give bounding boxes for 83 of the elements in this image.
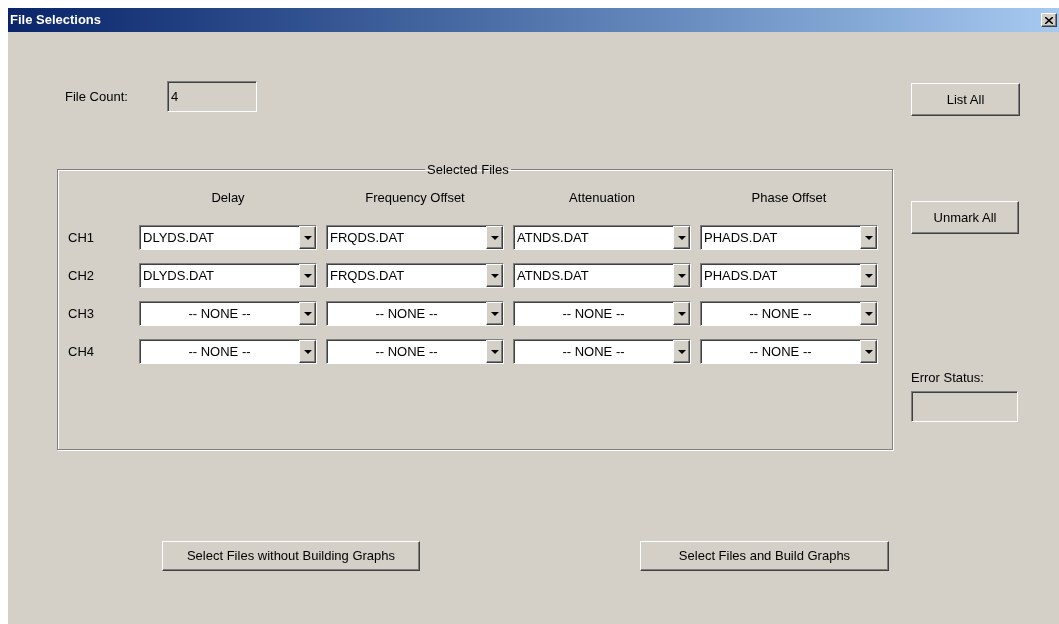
caret-icon [303, 311, 312, 316]
file-dropdown[interactable]: -- NONE -- [700, 301, 878, 326]
file-dropdown[interactable]: -- NONE -- [139, 301, 317, 326]
dropdown-button[interactable] [673, 226, 690, 249]
dropdown-value: -- NONE -- [748, 304, 813, 323]
file-dropdown[interactable]: -- NONE -- [326, 339, 504, 364]
file-dropdown[interactable]: -- NONE -- [326, 301, 504, 326]
caret-icon [864, 235, 873, 240]
window-title: File Selections [10, 11, 102, 30]
file-dropdown[interactable]: FRQDS.DAT [326, 225, 504, 250]
dropdown-button[interactable] [860, 264, 877, 287]
caret-icon [864, 349, 873, 354]
dropdown-value: PHADS.DAT [703, 228, 779, 247]
caret-icon [864, 273, 873, 278]
column-header: Frequency Offset [364, 188, 466, 207]
caret-icon [677, 349, 686, 354]
file-dropdown[interactable]: DLYDS.DAT [139, 225, 317, 250]
caret-icon [490, 349, 499, 354]
file-dropdown[interactable]: -- NONE -- [139, 339, 317, 364]
dropdown-button[interactable] [486, 302, 503, 325]
dropdown-button[interactable] [860, 302, 877, 325]
dropdown-value: PHADS.DAT [703, 266, 779, 285]
dropdown-button[interactable] [486, 340, 503, 363]
caret-icon [490, 235, 499, 240]
dropdown-button[interactable] [486, 226, 503, 249]
dropdown-button[interactable] [299, 302, 316, 325]
dropdown-value: -- NONE -- [748, 342, 813, 361]
dropdown-value: -- NONE -- [187, 342, 252, 361]
dropdown-button[interactable] [299, 340, 316, 363]
channel-label: CH3 [67, 304, 95, 323]
unmark-all-button[interactable]: Unmark All [911, 201, 1019, 234]
file-dropdown[interactable]: FRQDS.DAT [326, 263, 504, 288]
dropdown-value: ATNDS.DAT [516, 228, 590, 247]
select-and-build-button[interactable]: Select Files and Build Graphs [640, 541, 889, 571]
caret-icon [303, 235, 312, 240]
dropdown-value: ATNDS.DAT [516, 266, 590, 285]
dropdown-button[interactable] [860, 226, 877, 249]
file-count-field: 4 [167, 81, 257, 112]
column-header: Phase Offset [750, 188, 828, 207]
file-dropdown[interactable]: -- NONE -- [700, 339, 878, 364]
dropdown-value: DLYDS.DAT [142, 228, 216, 247]
column-header: Delay [210, 188, 246, 207]
dropdown-button[interactable] [860, 340, 877, 363]
file-dropdown[interactable]: PHADS.DAT [700, 263, 878, 288]
dropdown-button[interactable] [486, 264, 503, 287]
caret-icon [490, 311, 499, 316]
close-button[interactable] [1041, 13, 1057, 27]
dropdown-value: FRQDS.DAT [329, 228, 406, 247]
dropdown-value: DLYDS.DAT [142, 266, 216, 285]
select-without-graphs-button[interactable]: Select Files without Building Graphs [162, 541, 420, 571]
dropdown-button[interactable] [673, 340, 690, 363]
file-dropdown[interactable]: PHADS.DAT [700, 225, 878, 250]
file-dropdown[interactable]: -- NONE -- [513, 301, 691, 326]
dropdown-button[interactable] [673, 302, 690, 325]
file-dropdown[interactable]: -- NONE -- [513, 339, 691, 364]
group-title: Selected Files [426, 161, 510, 179]
dropdown-value: -- NONE -- [374, 304, 439, 323]
channel-label: CH1 [67, 228, 95, 247]
caret-icon [677, 311, 686, 316]
caret-icon [303, 349, 312, 354]
caret-icon [677, 235, 686, 240]
dropdown-button[interactable] [299, 264, 316, 287]
caret-icon [303, 273, 312, 278]
dropdown-button[interactable] [673, 264, 690, 287]
caret-icon [490, 273, 499, 278]
list-all-button[interactable]: List All [911, 83, 1020, 116]
channel-label: CH4 [67, 342, 95, 361]
error-status-label: Error Status: [911, 369, 985, 387]
channel-label: CH2 [67, 266, 95, 285]
dropdown-value: -- NONE -- [374, 342, 439, 361]
file-dropdown[interactable]: ATNDS.DAT [513, 263, 691, 288]
dropdown-value: -- NONE -- [561, 304, 626, 323]
dropdown-button[interactable] [299, 226, 316, 249]
dropdown-value: -- NONE -- [187, 304, 252, 323]
column-header: Attenuation [568, 188, 636, 207]
file-dropdown[interactable]: DLYDS.DAT [139, 263, 317, 288]
caret-icon [677, 273, 686, 278]
close-icon [1045, 16, 1053, 24]
file-dropdown[interactable]: ATNDS.DAT [513, 225, 691, 250]
caret-icon [864, 311, 873, 316]
file-count-label: File Count: [64, 87, 129, 106]
dropdown-value: FRQDS.DAT [329, 266, 406, 285]
dropdown-value: -- NONE -- [561, 342, 626, 361]
